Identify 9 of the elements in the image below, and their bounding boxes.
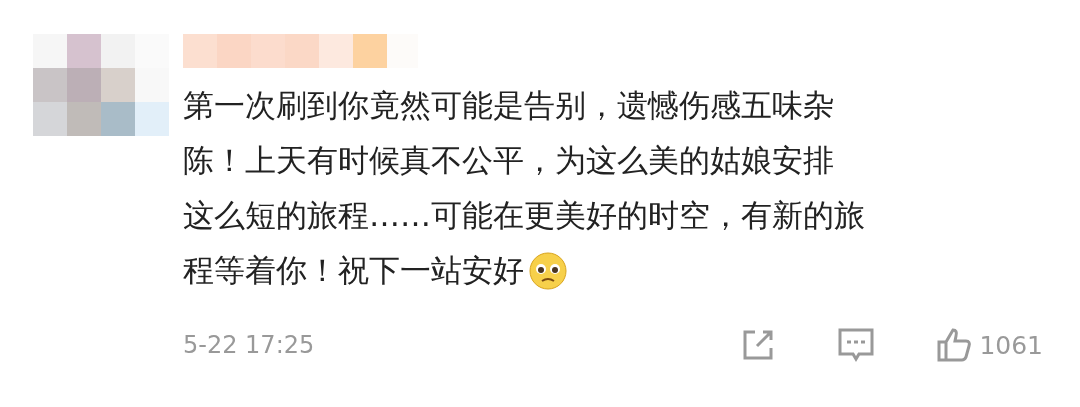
like-count: 1061 xyxy=(979,330,1043,360)
comment-text: 第一次刷到你竟然可能是告别，遗憾伤感五味杂 xyxy=(183,86,834,125)
pleading-face-icon xyxy=(528,250,568,291)
comment-text: 这么短的旅程……可能在更美好的时空，有新的旅 xyxy=(183,196,865,235)
comment-icon[interactable] xyxy=(837,326,876,364)
comment-time: 5-22 17:25 xyxy=(183,331,316,359)
thumbs-up-icon[interactable] xyxy=(935,326,974,364)
comment-text: 陈！上天有时候真不公平，为这么美的姑娘安排 xyxy=(183,141,834,180)
comment-text: 程等着你！祝下一站安好 xyxy=(183,251,524,290)
